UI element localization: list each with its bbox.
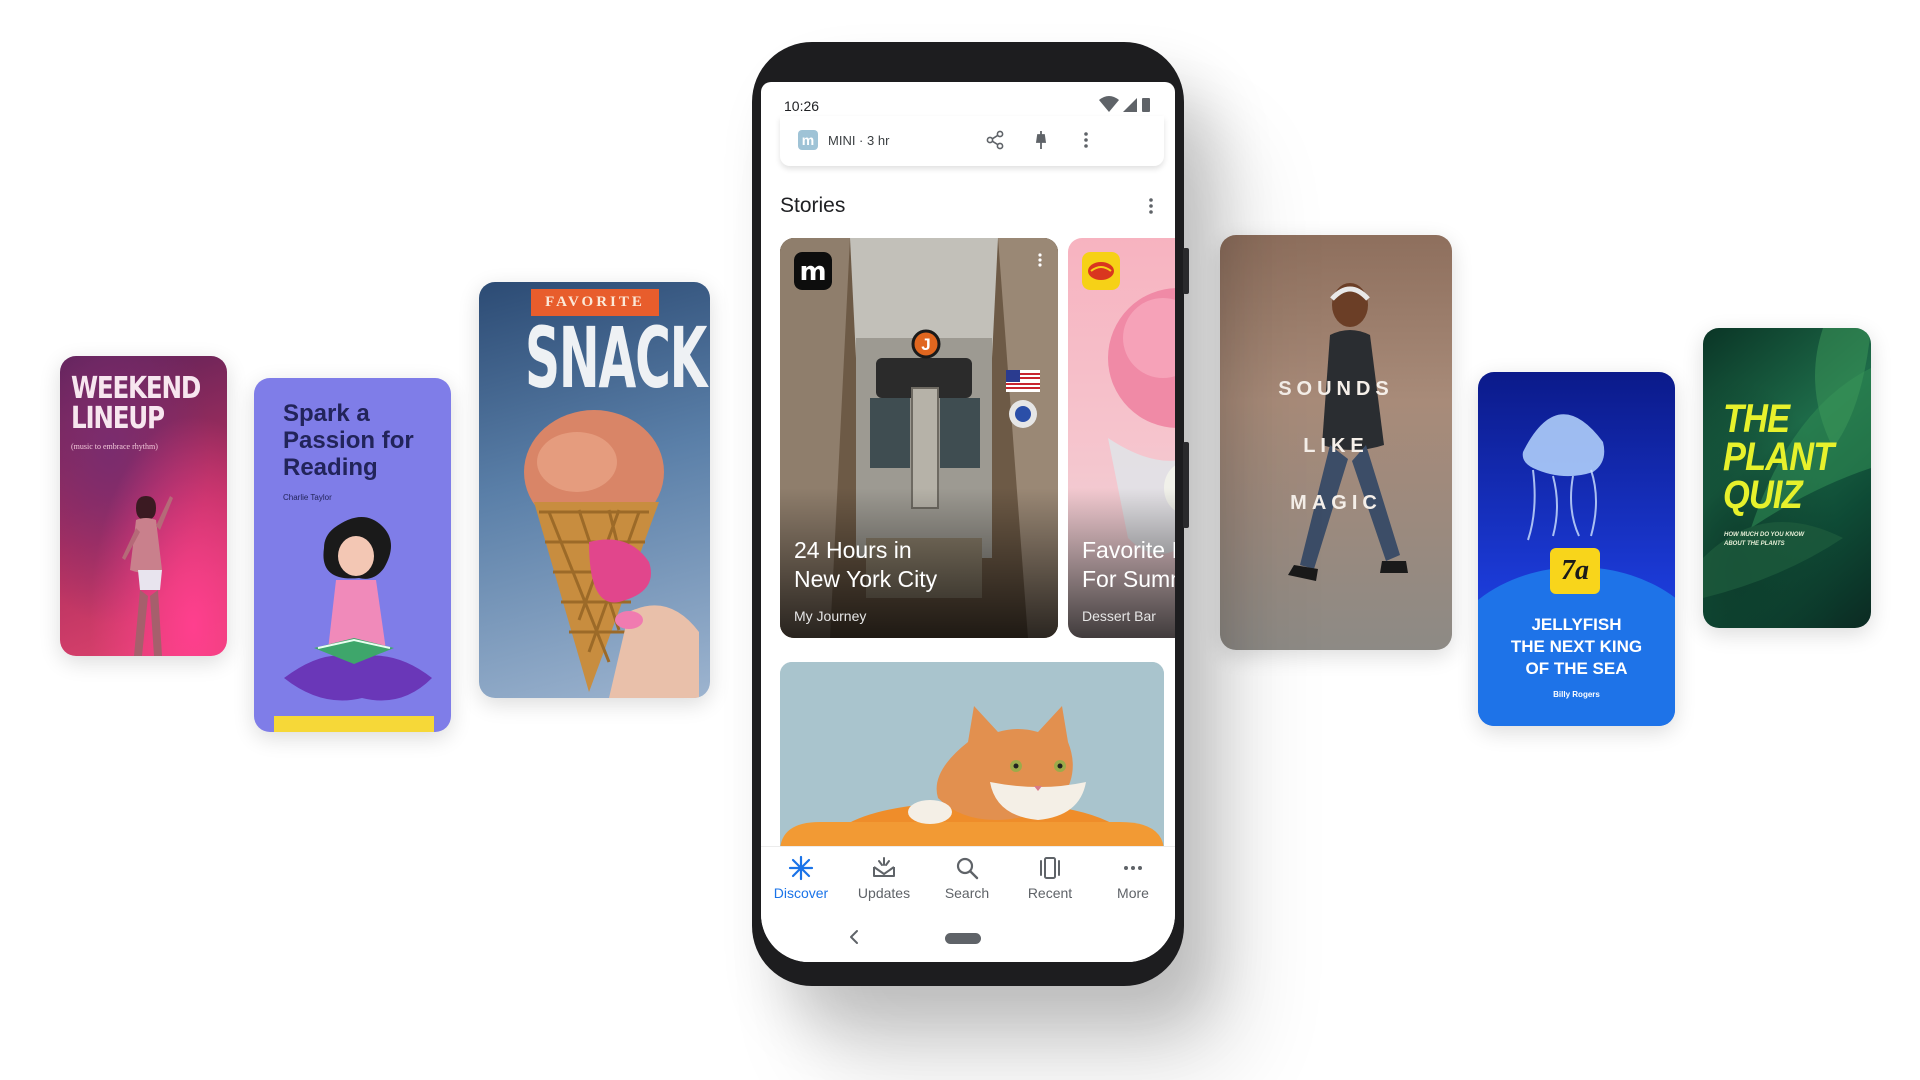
more-icon: [1124, 866, 1142, 870]
story-card-plant-quiz[interactable]: THE PLANT QUIZ HOW MUCH DO YOU KNOW ABOU…: [1703, 328, 1871, 628]
story-source: Dessert Bar: [1082, 608, 1156, 624]
nav-recent[interactable]: Recent: [1010, 855, 1090, 911]
cat-article-card[interactable]: [780, 662, 1164, 852]
story-source: My Journey: [794, 608, 867, 624]
bottom-navigation: Discover Updates Search Recent More: [761, 846, 1175, 916]
story-tile-new-york[interactable]: J m 24 Hours in New York City My Journey: [780, 238, 1058, 638]
story-title: 24 Hours in New York City: [794, 537, 938, 592]
back-chevron-icon[interactable]: [846, 928, 862, 946]
weekend-lineup-subtitle: (music to embrace rhythm): [71, 442, 158, 451]
jellyfish-image: [1522, 414, 1605, 541]
phone-volume-button: [1183, 442, 1189, 528]
story-menu-icon[interactable]: [1032, 252, 1048, 268]
battery-icon: [1142, 98, 1150, 112]
phone-screen: 10:26 m MINI · 3 hr Stories J m 24 Hours…: [761, 82, 1175, 962]
publisher-logo-m: m: [794, 252, 832, 290]
wifi-icon: [1099, 96, 1119, 112]
story-card-favorite-snack[interactable]: FAVORITE SNACK: [479, 282, 710, 698]
story-card-sounds-like-magic[interactable]: SOUNDS LIKE MAGIC: [1220, 235, 1452, 650]
share-icon[interactable]: [984, 129, 1006, 151]
mini-source-label: MINI · 3 hr: [828, 133, 890, 148]
jellyfish-author: Billy Rogers: [1553, 690, 1600, 699]
dessert-bar-logo: [1082, 252, 1120, 290]
story-tile-dessert[interactable]: Favorite Ic For Summ Dessert Bar: [1068, 238, 1175, 638]
story-title: Favorite Ic For Summ: [1082, 537, 1175, 592]
jellyfish-title: JELLYFISH THE NEXT KING OF THE SEA: [1510, 615, 1643, 678]
reading-title: Spark a Passion for Reading: [283, 400, 414, 481]
phone-side-button: [1183, 248, 1189, 294]
stories-more-icon[interactable]: [1141, 196, 1161, 216]
signal-icon: [1123, 98, 1137, 112]
nav-discover[interactable]: Discover: [761, 855, 841, 911]
snack-title: SNACK: [525, 309, 707, 407]
plant-quiz-subtitle: HOW MUCH DO YOU KNOW ABOUT THE PLANTS: [1724, 532, 1805, 547]
story-card-jellyfish[interactable]: 7a JELLYFISH THE NEXT KING OF THE SEA Bi…: [1478, 372, 1675, 726]
plant-quiz-title: THE PLANT QUIZ: [1723, 397, 1834, 517]
system-gesture-bar: [761, 916, 1175, 962]
mini-source-logo: m: [798, 130, 818, 150]
nav-label: Search: [944, 885, 990, 901]
reading-author: Charlie Taylor: [283, 493, 332, 502]
nav-search[interactable]: Search: [927, 855, 1007, 911]
cat-image: [780, 662, 1164, 852]
pin-icon[interactable]: [1030, 129, 1052, 151]
nav-more[interactable]: More: [1093, 855, 1173, 911]
train-line-sign: J: [921, 335, 930, 354]
updates-icon: [873, 857, 895, 877]
ice-cream-cone-image: [524, 410, 699, 698]
weekend-lineup-title: WEEKEND LINEUP: [71, 371, 201, 436]
story-card-weekend-lineup[interactable]: WEEKEND LINEUP (music to embrace rhythm): [60, 356, 227, 656]
story-card-reading[interactable]: Spark a Passion for Reading Charlie Tayl…: [254, 378, 451, 732]
mini-article-card[interactable]: m MINI · 3 hr: [780, 116, 1164, 166]
phone-device: 10:26 m MINI · 3 hr Stories J m 24 Hours…: [752, 42, 1189, 986]
status-time: 10:26: [784, 98, 820, 114]
status-icons: [1099, 96, 1150, 112]
singer-illustration: [122, 496, 173, 656]
nav-label: Updates: [857, 885, 911, 901]
discover-icon: [788, 855, 814, 881]
reader-illustration: [274, 517, 434, 732]
nav-label: Recent: [1027, 885, 1073, 901]
sounds-like-magic-title: SOUNDS LIKE MAGIC: [1278, 378, 1394, 514]
overflow-menu-icon[interactable]: [1075, 129, 1097, 151]
home-gesture-pill[interactable]: [945, 933, 981, 944]
recent-icon: [1040, 857, 1060, 879]
svg-text:m: m: [799, 257, 826, 287]
nav-label: Discover: [773, 885, 829, 901]
nav-label: More: [1117, 885, 1149, 901]
search-icon: [956, 857, 979, 880]
stories-section-title: Stories: [780, 194, 846, 217]
jellyfish-publisher-logo: 7a: [1550, 548, 1600, 594]
nav-updates[interactable]: Updates: [844, 855, 924, 911]
